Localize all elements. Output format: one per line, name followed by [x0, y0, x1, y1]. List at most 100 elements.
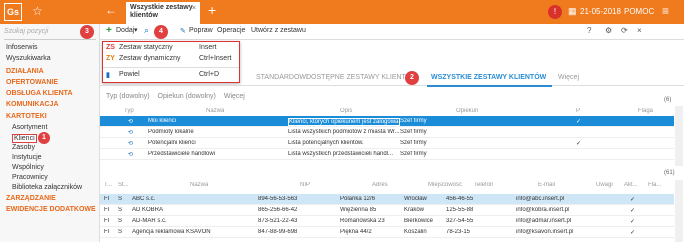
sidebar-item-infoserwis[interactable]: Infoserwis: [6, 44, 38, 51]
col-nip[interactable]: NIP: [300, 182, 310, 188]
filter-type[interactable]: Typ (dowolny): [106, 93, 150, 100]
col-desc[interactable]: Opis: [340, 108, 352, 114]
row-nip: 847-88-99-698: [258, 229, 298, 235]
sidebar-item-biblioteka[interactable]: Biblioteka załączników: [12, 184, 82, 191]
settings-icon[interactable]: ⚙: [605, 26, 612, 35]
row-name: Potencjalni klienci: [148, 140, 196, 146]
callout-2: 2: [405, 71, 419, 85]
row-t: FI: [104, 207, 110, 213]
menu-item-static-set[interactable]: ZS Zestaw statyczny Insert: [103, 44, 239, 54]
col-address[interactable]: Adres: [372, 182, 388, 188]
add-button[interactable]: Dodaj: [116, 27, 134, 34]
col-type[interactable]: Typ: [124, 108, 134, 114]
filter-more[interactable]: Więcej: [224, 93, 245, 100]
create-from-set-button[interactable]: Utwórz z zestawu: [251, 27, 306, 34]
add-icon[interactable]: +: [106, 25, 112, 36]
menu-item-shortcut: Insert: [199, 44, 217, 51]
operations-button[interactable]: Operacje: [217, 27, 245, 34]
sidebar-section-ofertowanie[interactable]: OFERTOWANIE: [6, 79, 58, 86]
scrollbar[interactable]: [675, 106, 683, 166]
col-phone[interactable]: Telefon: [474, 182, 493, 188]
close-icon[interactable]: ×: [637, 26, 642, 35]
filter-caretaker[interactable]: Opiekun (dowolny): [158, 93, 216, 100]
menu-item-dynamic-set[interactable]: ZY Zestaw dynamiczny Ctrl+Insert: [103, 55, 239, 65]
table-row[interactable]: ⟲ Moi klienci Klienci, których opiekunem…: [100, 116, 674, 127]
col-name[interactable]: Nazwa: [206, 108, 224, 114]
pencil-icon[interactable]: ✎: [180, 27, 186, 35]
add-dropdown-chevron-icon[interactable]: ▾: [134, 26, 138, 34]
col-flag[interactable]: Fla...: [648, 182, 661, 188]
static-set-icon: ZS: [106, 44, 115, 51]
date-display: 21-05-2018: [580, 7, 621, 16]
help-link[interactable]: POMOC: [624, 7, 654, 16]
row-nip: 865-256-66-42: [258, 207, 298, 213]
col-active[interactable]: Akt...: [624, 182, 638, 188]
table-header: Typ Nazwa Opis Opiekun P Flaga: [100, 106, 684, 115]
row-owner: Szef firmy: [400, 118, 427, 124]
col-p[interactable]: P: [576, 108, 580, 114]
new-tab-icon[interactable]: +: [208, 2, 216, 18]
edit-button[interactable]: Popraw: [189, 27, 213, 34]
tab-standard[interactable]: STANDARDOWI: [256, 74, 308, 81]
row-active: ✓: [630, 197, 636, 203]
row-s: S: [118, 229, 123, 235]
tab-all-sets[interactable]: WSZYSTKIE ZESTAWY KLIENTÓW: [431, 74, 546, 81]
table-row[interactable]: FI S ABC s.c. 894-56-53-563 Polanka 12/6…: [100, 194, 674, 205]
menu-icon[interactable]: ≡: [662, 4, 669, 18]
sidebar-section-zarzadzanie[interactable]: ZARZĄDZANIE: [6, 195, 56, 202]
sidebar-item-instytucje[interactable]: Instytucje: [12, 154, 42, 161]
row-t: FI: [104, 218, 110, 224]
col-city[interactable]: Miejscowość: [428, 182, 462, 188]
search-icon[interactable]: ⌕: [144, 25, 149, 36]
tab-all-client-sets[interactable]: Wszystkie zestawy klientów ×: [126, 2, 200, 24]
row-name: AD-MAR s.c.: [132, 218, 167, 224]
callout-1: 1: [38, 132, 50, 144]
row-desc: Lista wszystkich przedstawicieli handl..…: [288, 151, 394, 157]
sidebar-section-obsluga[interactable]: OBSŁUGA KLIENTA: [6, 90, 73, 97]
row-active: ✓: [630, 219, 636, 225]
table-row[interactable]: ⟲ Podmioty lokalne Lista wszystkich podm…: [100, 127, 674, 138]
sidebar-item-asortyment[interactable]: Asortyment: [12, 124, 47, 131]
star-icon[interactable]: ☆: [32, 4, 43, 18]
col-email[interactable]: E-mail: [538, 182, 555, 188]
row-address: Romanowska 23: [340, 218, 385, 224]
row-active: ✓: [630, 230, 636, 236]
tab-available-sets[interactable]: DOSTĘPNE ZESTAWY KLIENTÓW: [306, 74, 418, 81]
callout-4: 4: [154, 25, 168, 39]
table-row[interactable]: FI S AD-MAR s.c. 873-521-22-43 Romanowsk…: [100, 216, 674, 227]
sidebar-item-wyszukiwarka[interactable]: Wyszukiwarka: [6, 55, 51, 62]
close-icon[interactable]: ×: [192, 5, 196, 13]
row-address: Polanka 12/6: [340, 196, 376, 202]
tab-more[interactable]: Więcej: [558, 74, 579, 81]
row-desc: Lista wszystkich podmiotów z miasta Wr..…: [288, 129, 400, 135]
col-st[interactable]: St...: [118, 182, 129, 188]
warning-icon[interactable]: !: [548, 5, 562, 19]
col-notes[interactable]: Uwagi: [596, 182, 613, 188]
sidebar-section-komunikacja[interactable]: KOMUNIKACJA: [6, 101, 59, 108]
col-name[interactable]: Nazwa: [190, 182, 208, 188]
scrollbar[interactable]: [675, 180, 683, 242]
sidebar-section-ewidencje[interactable]: EWIDENCJE DODATKOWE: [6, 206, 96, 213]
table-row[interactable]: ⟲ Potencjalni klienci Lista potencjalnyc…: [100, 138, 674, 149]
clients-table: T... St... Nazwa NIP Adres Miejscowość T…: [100, 180, 684, 242]
sidebar-section-dzialania[interactable]: DZIAŁANIA: [6, 68, 44, 75]
clients-count: (61): [664, 170, 675, 176]
table-row[interactable]: FI S AD KOBRA 865-256-66-42 Więzienna 85…: [100, 205, 674, 216]
table-row[interactable]: FI S Agencja reklamowa KSAVON 847-88-99-…: [100, 227, 674, 238]
row-city: Wrocław: [404, 196, 427, 202]
sidebar-section-kartoteki[interactable]: KARTOTEKI: [6, 113, 47, 120]
help-icon[interactable]: ?: [587, 26, 591, 35]
calendar-icon[interactable]: ▦: [568, 6, 577, 17]
sidebar-item-klienci[interactable]: Klienci: [12, 134, 37, 143]
refresh-icon: ⟲: [128, 130, 134, 136]
col-owner[interactable]: Opiekun: [456, 108, 478, 114]
refresh-icon[interactable]: ⟳: [621, 26, 628, 35]
sidebar-item-zasoby[interactable]: Zasoby: [12, 144, 35, 151]
sidebar-item-wspolnicy[interactable]: Wspólnicy: [12, 164, 44, 171]
col-flag[interactable]: Flaga: [638, 108, 653, 114]
back-arrow-icon[interactable]: ←: [105, 3, 117, 17]
col-t[interactable]: T...: [104, 182, 112, 188]
table-row[interactable]: ⟲ Przedstawiciele handlowi Lista wszystk…: [100, 149, 674, 160]
active-tab-underline: [427, 85, 552, 87]
sidebar-item-pracownicy[interactable]: Pracownicy: [12, 174, 48, 181]
